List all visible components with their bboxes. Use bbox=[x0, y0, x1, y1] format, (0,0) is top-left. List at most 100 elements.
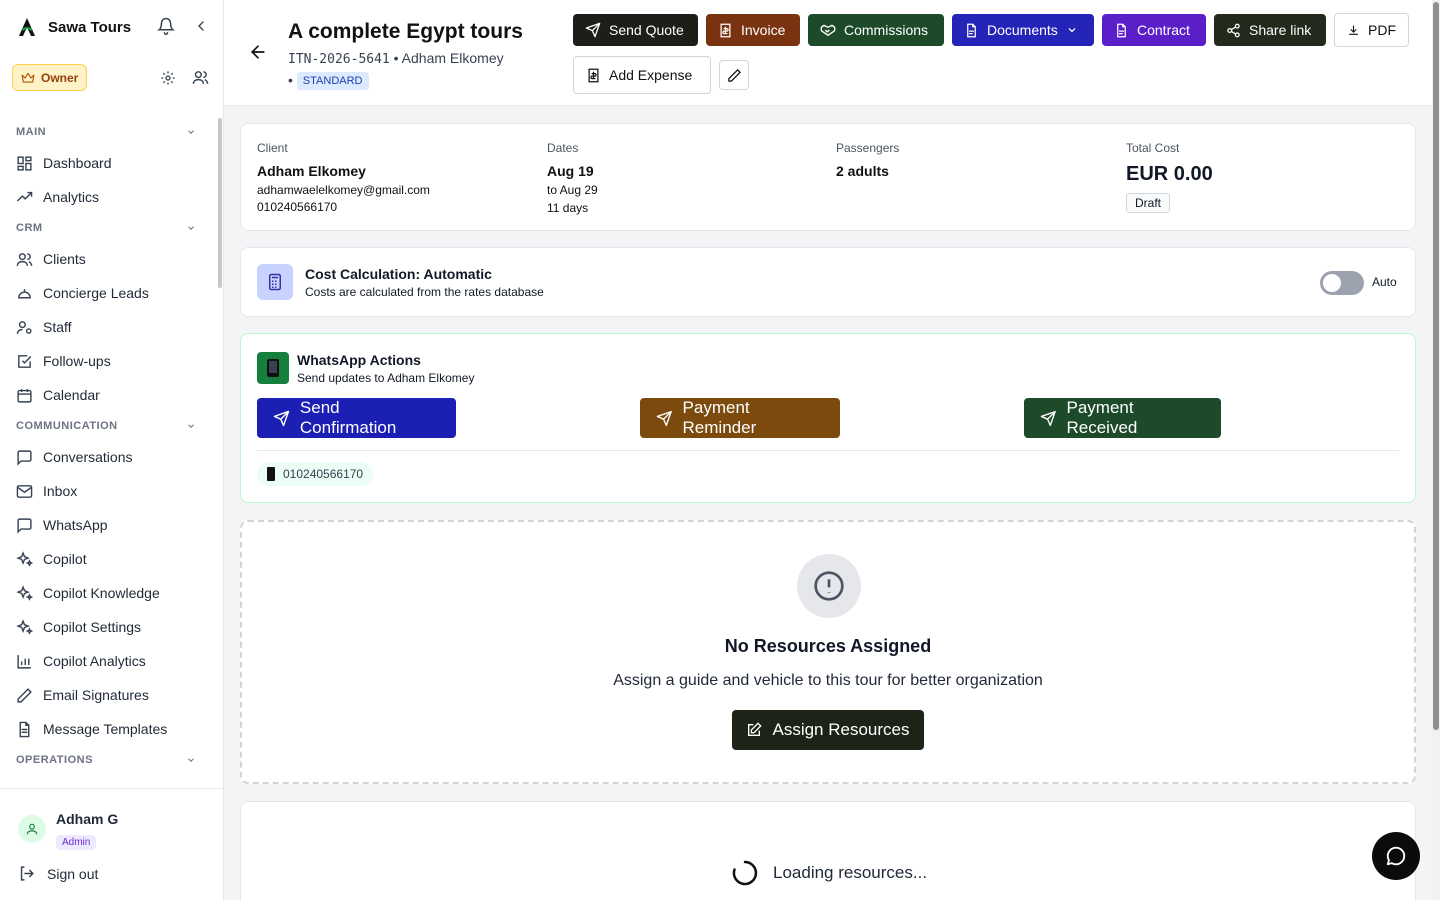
invoice-button[interactable]: Invoice bbox=[706, 14, 800, 46]
contract-button[interactable]: Contract bbox=[1102, 14, 1206, 46]
cost-calc-subtitle: Costs are calculated from the rates data… bbox=[305, 285, 544, 299]
file-icon bbox=[967, 23, 976, 37]
dashboard-icon bbox=[17, 155, 32, 171]
client-email: adhamwaelelkomey@gmail.com bbox=[257, 183, 430, 197]
sidebar-item-copilot-analytics[interactable]: Copilot Analytics bbox=[0, 644, 216, 678]
owner-badge: Owner bbox=[12, 64, 88, 91]
summary-client: Client Adham Elkomey adhamwaelelkomey@gm… bbox=[257, 141, 430, 214]
chevron-down-icon bbox=[188, 130, 194, 134]
nav-section-operations[interactable]: OPERATIONS bbox=[0, 746, 216, 774]
page-scrollbar-thumb[interactable] bbox=[1433, 2, 1439, 730]
edit-button[interactable] bbox=[719, 60, 749, 90]
sidebar-item-concierge-leads[interactable]: Concierge Leads bbox=[0, 276, 216, 310]
resources-loading-card: Loading resources... bbox=[240, 801, 1416, 900]
divider bbox=[257, 450, 1399, 451]
sidebar-item-inbox[interactable]: Inbox bbox=[0, 474, 216, 508]
status-badge: Draft bbox=[1126, 193, 1171, 213]
user-role-badge: Admin bbox=[56, 835, 97, 850]
page-header: A complete Egypt tours ITN-2026-5641 • A… bbox=[224, 0, 1432, 106]
sidebar-item-email-signatures[interactable]: Email Signatures bbox=[0, 678, 216, 712]
sparkles-icon bbox=[16, 550, 33, 567]
collapse-sidebar-icon[interactable] bbox=[193, 18, 209, 34]
pencil-icon bbox=[727, 68, 741, 82]
payment-received-button[interactable]: Payment Received bbox=[1024, 398, 1221, 438]
sign-out-button[interactable]: Sign out bbox=[18, 865, 98, 882]
spinner-icon bbox=[732, 860, 758, 886]
sidebar-item-follow-ups[interactable]: Follow-ups bbox=[0, 344, 216, 378]
cost-calc-title: Cost Calculation: Automatic bbox=[305, 266, 492, 282]
share-link-button[interactable]: Share link bbox=[1214, 14, 1326, 46]
passenger-count: 2 adults bbox=[836, 163, 889, 179]
whatsapp-phone-chip: 010240566170 bbox=[257, 462, 374, 486]
sidebar-item-copilot-knowledge[interactable]: Copilot Knowledge bbox=[0, 576, 216, 610]
assign-resources-button[interactable]: Assign Resources bbox=[732, 710, 924, 750]
empty-subtitle: Assign a guide and vehicle to this tour … bbox=[613, 672, 1043, 689]
sidebar-item-message-templates[interactable]: Message Templates bbox=[0, 712, 216, 746]
pdf-button[interactable]: PDF bbox=[1334, 13, 1409, 47]
itinerary-summary-card: Client Adham Elkomey adhamwaelelkomey@gm… bbox=[240, 123, 1416, 231]
phone-icon bbox=[257, 352, 289, 384]
brand[interactable]: Sawa Tours bbox=[16, 16, 131, 38]
logo-icon bbox=[16, 16, 38, 38]
sidebar-scrollbar[interactable] bbox=[218, 118, 222, 288]
total-cost: EUR 0.00 bbox=[1126, 163, 1213, 185]
chat-button[interactable] bbox=[1372, 832, 1420, 880]
start-date: Aug 19 bbox=[547, 163, 594, 179]
resources-empty-state: No Resources Assigned Assign a guide and… bbox=[240, 520, 1416, 784]
sidebar: Sawa Tours Owner MAIN Dashboard Analytic… bbox=[0, 0, 224, 900]
avatar bbox=[18, 815, 46, 843]
sidebar-item-whatsapp[interactable]: WhatsApp bbox=[0, 508, 216, 542]
send-confirmation-button[interactable]: Send Confirmation bbox=[257, 398, 456, 438]
send-icon bbox=[585, 22, 601, 38]
sidebar-nav: MAIN Dashboard Analytics CRM Clients Con… bbox=[0, 118, 216, 788]
chevron-down-icon bbox=[188, 758, 194, 762]
pen-icon bbox=[17, 687, 32, 703]
nav-section-main[interactable]: MAIN bbox=[0, 118, 216, 146]
calculator-icon bbox=[257, 264, 293, 300]
nav-section-crm[interactable]: CRM bbox=[0, 214, 216, 242]
tier-badge: STANDARD bbox=[296, 72, 369, 90]
sidebar-item-dashboard[interactable]: Dashboard bbox=[0, 146, 216, 180]
whatsapp-actions-card: WhatsApp Actions Send updates to Adham E… bbox=[240, 333, 1416, 503]
auto-toggle-label: Auto bbox=[1372, 275, 1397, 289]
commissions-button[interactable]: Commissions bbox=[808, 14, 944, 46]
documents-dropdown[interactable]: Documents bbox=[952, 14, 1094, 46]
handshake-icon bbox=[820, 24, 836, 36]
send-icon bbox=[656, 410, 672, 426]
user-profile[interactable]: Adham G Admin bbox=[18, 811, 118, 850]
crown-icon bbox=[21, 71, 35, 85]
bell-icon[interactable] bbox=[157, 17, 175, 35]
send-icon bbox=[273, 410, 290, 426]
share-icon bbox=[1227, 23, 1240, 37]
sidebar-item-copilot[interactable]: Copilot bbox=[0, 542, 216, 576]
auto-toggle[interactable] bbox=[1320, 271, 1364, 295]
settings-icon[interactable] bbox=[160, 70, 176, 86]
bar-chart-icon bbox=[17, 654, 31, 669]
sidebar-footer: Adham G Admin Sign out bbox=[0, 788, 223, 900]
chevron-down-icon bbox=[188, 424, 194, 428]
check-square-icon bbox=[18, 354, 32, 368]
sidebar-item-staff[interactable]: Staff bbox=[0, 310, 216, 344]
sidebar-item-copilot-settings[interactable]: Copilot Settings bbox=[0, 610, 216, 644]
send-quote-button[interactable]: Send Quote bbox=[573, 14, 698, 46]
main-content: Client Adham Elkomey adhamwaelelkomey@gm… bbox=[224, 107, 1432, 900]
nav-section-communication[interactable]: COMMUNICATION bbox=[0, 412, 216, 440]
back-button[interactable] bbox=[248, 42, 268, 62]
sidebar-item-conversations[interactable]: Conversations bbox=[0, 440, 216, 474]
chevron-down-icon bbox=[188, 226, 194, 230]
payment-reminder-button[interactable]: Payment Reminder bbox=[640, 398, 840, 438]
sidebar-item-calendar[interactable]: Calendar bbox=[0, 378, 216, 412]
sidebar-item-clients[interactable]: Clients bbox=[0, 242, 216, 276]
chevron-down-icon bbox=[1068, 28, 1076, 33]
add-expense-button[interactable]: Add Expense bbox=[573, 56, 711, 94]
team-icon[interactable] bbox=[192, 69, 209, 86]
page-title: A complete Egypt tours bbox=[288, 20, 523, 43]
file-text-icon bbox=[19, 721, 30, 737]
message-square-icon bbox=[17, 449, 32, 466]
user-icon bbox=[26, 823, 38, 835]
sparkles-icon bbox=[16, 618, 33, 635]
client-phone: 010240566170 bbox=[257, 200, 338, 214]
loading-indicator: Loading resources... bbox=[731, 859, 927, 887]
sidebar-item-analytics[interactable]: Analytics bbox=[0, 180, 216, 214]
itinerary-meta: ITN-2026-5641 • Adham Elkomey • STANDARD bbox=[288, 50, 504, 90]
